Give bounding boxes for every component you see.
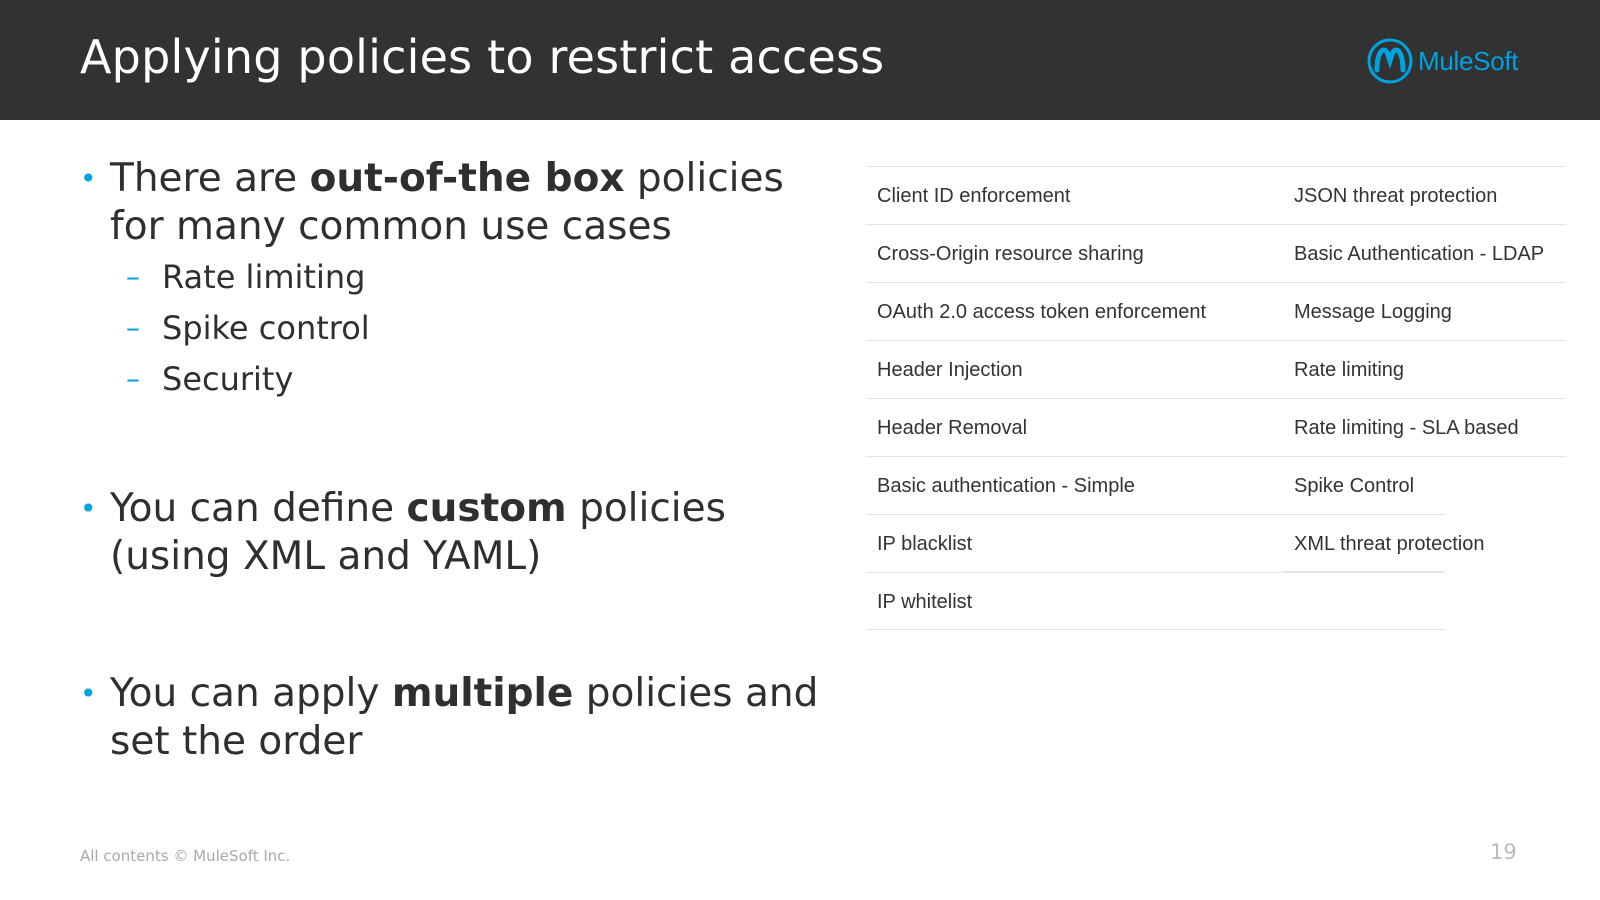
slide-title: Applying policies to restrict access: [80, 30, 885, 84]
policy-cell: XML threat protection: [1283, 514, 1484, 572]
policies-column-right: JSON threat protection Basic Authenticat…: [1283, 166, 1566, 572]
policy-cell: JSON threat protection: [1283, 166, 1566, 224]
policy-cell: Rate limiting - SLA based: [1283, 398, 1566, 456]
bullet-dot: •: [80, 677, 97, 710]
policy-cell: Rate limiting: [1283, 340, 1566, 398]
page-number: 19: [1490, 840, 1517, 864]
slide-header: Applying policies to restrict access Mul…: [0, 0, 1600, 120]
sub-bullet-security: – Security: [126, 360, 294, 398]
bullet-dot: •: [80, 162, 97, 195]
bullet-out-of-box: • There are out-of-the box policies for m…: [80, 155, 820, 404]
sub-bullet-rate-limiting: – Rate limiting: [126, 258, 366, 296]
bullet-item: • You can apply multiple policies and set…: [80, 671, 819, 764]
footer-copyright: All contents © MuleSoft Inc.: [80, 847, 291, 865]
bullet-item: • There are out-of-the box policies for m…: [80, 156, 784, 249]
logo-wordmark: MuleSoft: [1418, 45, 1519, 76]
policy-cell: Basic Authentication - LDAP: [1283, 224, 1566, 282]
bullet-dot: •: [80, 492, 97, 525]
bullet-multiple: • You can apply multiple policies and set…: [80, 670, 820, 766]
mulesoft-logo-icon: [1367, 38, 1413, 84]
policy-cell: Spike Control: [1283, 456, 1566, 514]
bullet-custom: • You can define custom policies (using X…: [80, 485, 820, 581]
sub-bullet-spike-control: – Spike control: [126, 309, 370, 347]
policy-cell: IP whitelist: [866, 572, 1446, 630]
bullet-item: • You can define custom policies (using X…: [80, 486, 726, 579]
mulesoft-logo: MuleSoft ·: [1366, 35, 1521, 87]
policy-cell: Message Logging: [1283, 282, 1566, 340]
